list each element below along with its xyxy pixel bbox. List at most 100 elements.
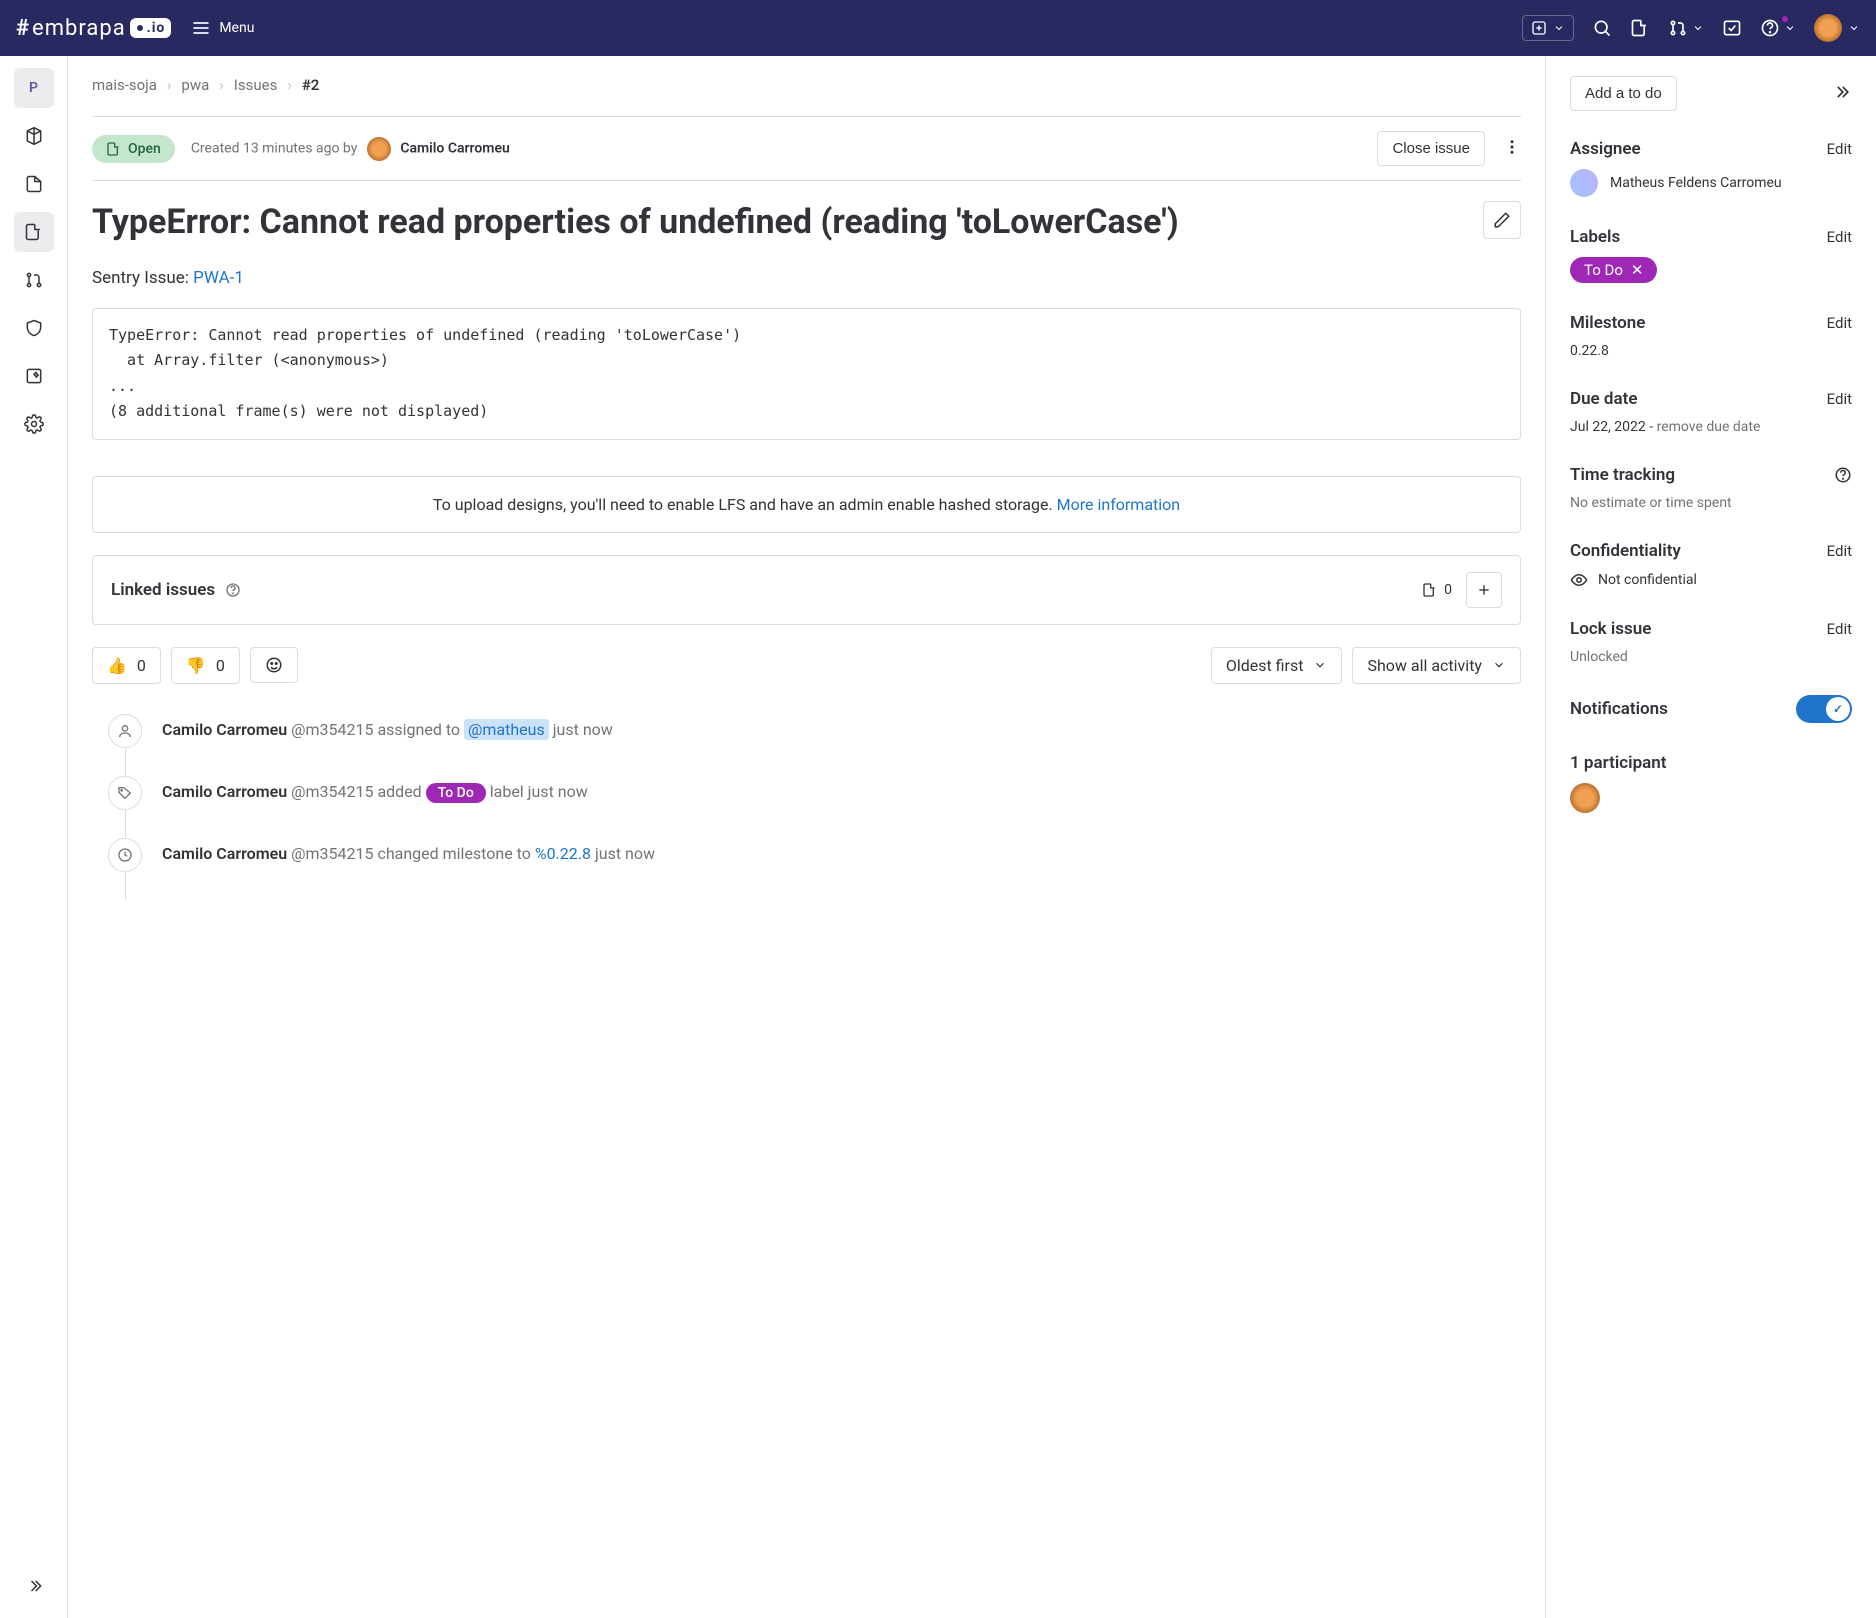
merge-requests-button[interactable]: [1668, 18, 1704, 38]
more-info-link[interactable]: More information: [1057, 495, 1180, 514]
milestone-link[interactable]: %0.22.8: [535, 844, 591, 863]
timeline-item: Camilo Carromeu @m354215 changed milesto…: [92, 838, 1521, 872]
confidentiality-section: Confidentiality Edit Not confidential: [1570, 541, 1852, 589]
edit-due-date-button[interactable]: Edit: [1827, 390, 1852, 408]
more-actions-button[interactable]: [1503, 138, 1521, 160]
breadcrumb-item[interactable]: mais-soja: [92, 76, 157, 94]
issue-title: TypeError: Cannot read properties of und…: [92, 201, 1467, 244]
breadcrumb: mais-soja › pwa › Issues › #2: [92, 76, 1521, 94]
todos-button[interactable]: [1722, 18, 1742, 38]
search-icon: [1592, 18, 1612, 38]
edit-title-button[interactable]: [1483, 201, 1521, 239]
status-badge: Open: [92, 135, 175, 163]
help-button[interactable]: [1760, 18, 1796, 38]
sort-dropdown[interactable]: Oldest first: [1211, 647, 1343, 684]
time-tracking-value: No estimate or time spent: [1570, 495, 1852, 511]
assignee-section: Assignee Edit Matheus Feldens Carromeu: [1570, 139, 1852, 197]
add-reaction-button[interactable]: [250, 647, 298, 683]
assignee-avatar: [1570, 169, 1598, 197]
issue-sidebar: Add a to do Assignee Edit Matheus Felden…: [1546, 56, 1876, 1618]
author-name[interactable]: Camilo Carromeu: [400, 140, 510, 156]
tag-icon: [108, 776, 142, 810]
chevron-down-icon: [1848, 22, 1860, 34]
brand-suffix: .io: [130, 18, 172, 38]
reactions-row: 👍0 👎0 Oldest first Show all activity: [92, 647, 1521, 684]
add-todo-button[interactable]: Add a to do: [1570, 76, 1677, 111]
sentry-link[interactable]: PWA-1: [193, 268, 244, 288]
user-icon: [108, 714, 142, 748]
menu-label: Menu: [219, 20, 254, 36]
plus-icon: [1476, 582, 1492, 598]
breadcrumb-current: #2: [302, 76, 320, 94]
breadcrumb-separator: ›: [167, 76, 172, 94]
error-trace: TypeError: Cannot read properties of und…: [92, 308, 1521, 440]
help-icon[interactable]: [225, 582, 241, 598]
breadcrumb-item[interactable]: Issues: [234, 76, 278, 94]
nav-merge-requests[interactable]: [14, 260, 54, 300]
add-linked-issue-button[interactable]: [1466, 572, 1502, 608]
time-tracking-section: Time tracking No estimate or time spent: [1570, 465, 1852, 511]
nav-repository[interactable]: [14, 164, 54, 204]
menu-button[interactable]: Menu: [191, 18, 254, 38]
kebab-icon: [1503, 138, 1521, 156]
assignee-name[interactable]: Matheus Feldens Carromeu: [1610, 175, 1782, 191]
chevron-down-icon: [1692, 22, 1704, 34]
design-upload-notice: To upload designs, you'll need to enable…: [92, 476, 1521, 533]
edit-lock-button[interactable]: Edit: [1827, 620, 1852, 638]
nav-project-info[interactable]: [14, 116, 54, 156]
labels-section: Labels Edit To Do ✕: [1570, 227, 1852, 283]
merge-icon: [1668, 18, 1688, 38]
user-mention[interactable]: @matheus: [464, 719, 549, 740]
linked-issues-title: Linked issues: [111, 580, 215, 600]
participants-section: 1 participant: [1570, 753, 1852, 813]
edit-milestone-button[interactable]: Edit: [1827, 314, 1852, 332]
collapse-sidebar-button[interactable]: [14, 1566, 54, 1606]
author-avatar: [367, 137, 391, 161]
user-menu[interactable]: [1814, 14, 1860, 42]
chevron-down-icon: [1784, 22, 1796, 34]
activity-filter-dropdown[interactable]: Show all activity: [1352, 647, 1521, 684]
issue-icon: [1630, 18, 1650, 38]
timeline-item: Camilo Carromeu @m354215 added To Do lab…: [92, 776, 1521, 810]
topbar: # embrapa .io Menu: [0, 0, 1876, 56]
brand-logo[interactable]: # embrapa .io: [16, 16, 171, 41]
remove-due-date-button[interactable]: remove due date: [1657, 419, 1761, 435]
new-button[interactable]: [1522, 15, 1574, 41]
milestone-section: Milestone Edit 0.22.8: [1570, 313, 1852, 359]
thumbs-down-button[interactable]: 👎0: [171, 647, 240, 684]
breadcrumb-item[interactable]: pwa: [181, 76, 209, 94]
label-pill[interactable]: To Do: [426, 783, 486, 803]
edit-confidentiality-button[interactable]: Edit: [1827, 542, 1852, 560]
milestone-value[interactable]: 0.22.8: [1570, 343, 1852, 359]
breadcrumb-separator: ›: [219, 76, 224, 94]
thumbs-up-button[interactable]: 👍0: [92, 647, 161, 684]
cube-icon: [24, 126, 44, 146]
edit-labels-button[interactable]: Edit: [1827, 228, 1852, 246]
nav-issues[interactable]: [14, 212, 54, 252]
search-button[interactable]: [1592, 18, 1612, 38]
issue-open-icon: [106, 141, 122, 157]
pencil-icon: [1493, 211, 1511, 229]
clock-icon: [108, 838, 142, 872]
nav-settings[interactable]: [14, 404, 54, 444]
notifications-toggle[interactable]: [1796, 695, 1852, 723]
label-pill[interactable]: To Do ✕: [1570, 257, 1657, 283]
remove-label-icon[interactable]: ✕: [1631, 261, 1644, 279]
nav-security[interactable]: [14, 308, 54, 348]
notification-dot: [1782, 16, 1788, 22]
hamburger-icon: [191, 18, 211, 38]
linked-count: 0: [1422, 582, 1452, 598]
brand-text: embrapa: [32, 16, 126, 41]
participant-avatar[interactable]: [1570, 783, 1600, 813]
edit-assignee-button[interactable]: Edit: [1827, 140, 1852, 158]
help-icon: [1760, 18, 1780, 38]
confidentiality-value: Not confidential: [1598, 572, 1697, 588]
close-issue-button[interactable]: Close issue: [1377, 131, 1485, 166]
project-badge[interactable]: P: [14, 68, 54, 108]
nav-deployments[interactable]: [14, 356, 54, 396]
issues-button[interactable]: [1630, 18, 1650, 38]
avatar: [1814, 14, 1842, 42]
emoji-icon: [265, 656, 283, 674]
help-icon[interactable]: [1834, 466, 1852, 484]
collapse-right-sidebar-button[interactable]: [1832, 82, 1852, 106]
